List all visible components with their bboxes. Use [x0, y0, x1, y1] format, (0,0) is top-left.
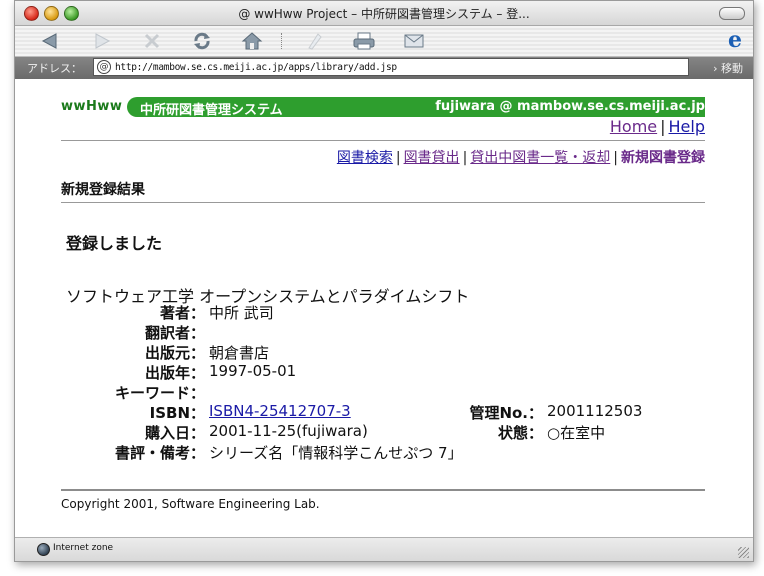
globe-icon: [37, 543, 50, 556]
go-button[interactable]: › 移動: [713, 60, 743, 76]
author-row: 著者： 中所 武司: [15, 302, 753, 322]
nav-register-current: 新規図書登録: [621, 150, 705, 166]
keyword-row: キーワード：: [15, 382, 753, 402]
link-separator: |: [660, 117, 666, 136]
home-link[interactable]: Home: [610, 117, 657, 136]
toolbar-toggle-button[interactable]: [719, 7, 745, 20]
status-value: ○在室中: [547, 424, 606, 442]
publisher-row: 出版元： 朝倉書店: [15, 342, 753, 362]
isbn-row: ISBN： ISBN4-25412707-3 管理No.： 2001112503: [15, 402, 753, 422]
zone-text: Internet zone: [53, 543, 114, 553]
author-label: 著者：: [159, 304, 205, 322]
notes-value: シリーズ名「情報科学こんせぷつ 7」: [209, 444, 463, 462]
stop-icon[interactable]: [139, 30, 165, 52]
ie-logo-icon: e: [728, 27, 742, 53]
publisher-value: 朝倉書店: [209, 344, 270, 362]
isbn-link[interactable]: ISBN4-25412707-3: [209, 402, 351, 420]
browser-toolbar: e: [15, 26, 753, 57]
mail-icon[interactable]: [401, 30, 427, 52]
page-content: wwHww 中所研図書管理システム fujiwara @ mambow.se.c…: [15, 80, 753, 537]
isbn-label: ISBN：: [149, 404, 205, 422]
header-divider: [61, 140, 705, 141]
at-icon: @: [97, 60, 111, 74]
address-label: アドレス：: [27, 62, 82, 75]
status-label: 状態：: [497, 424, 543, 442]
management-value: 2001112503: [547, 402, 643, 420]
nav-separator: |: [395, 150, 401, 166]
purchase-label: 購入日：: [144, 424, 205, 442]
copyright-text: Copyright 2001, Software Engineering Lab…: [61, 497, 320, 511]
purchase-row: 購入日： 2001-11-25(fujiwara) 状態： ○在室中: [15, 422, 753, 442]
section-divider: [61, 202, 705, 203]
site-logo: wwHww: [61, 99, 123, 114]
nav-separator: |: [462, 150, 468, 166]
notes-label: 書評・備考：: [114, 444, 205, 462]
section-title: 新規登録結果: [61, 182, 145, 198]
home-icon[interactable]: [239, 30, 265, 52]
year-row: 出版年： 1997-05-01: [15, 362, 753, 382]
toolbar-divider: [281, 33, 282, 49]
address-bar: アドレス： @ http://mambow.se.cs.meiji.ac.jp/…: [15, 57, 753, 79]
resize-grip-icon[interactable]: [738, 547, 749, 558]
main-nav: 図書検索 | 図書貸出 | 貸出中図書一覧・返却 | 新規図書登録: [337, 147, 705, 167]
user-info: fujiwara @ mambow.se.cs.meiji.ac.jp: [435, 99, 705, 114]
publisher-label: 出版元：: [144, 344, 205, 362]
help-link[interactable]: Help: [669, 117, 705, 136]
back-icon[interactable]: [37, 30, 63, 52]
top-links: Home | Help: [610, 117, 705, 136]
footer-divider: [61, 489, 705, 491]
translator-label: 翻訳者：: [144, 324, 205, 342]
year-value: 1997-05-01: [209, 362, 297, 380]
translator-row: 翻訳者：: [15, 322, 753, 342]
url-input[interactable]: @ http://mambow.se.cs.meiji.ac.jp/apps/l…: [93, 58, 689, 76]
forward-icon[interactable]: [89, 30, 115, 52]
notes-row: 書評・備考： シリーズ名「情報科学こんせぷつ 7」: [15, 442, 753, 462]
nav-search-link[interactable]: 図書検索: [337, 150, 393, 166]
nav-return-link[interactable]: 貸出中図書一覧・返却: [470, 150, 610, 166]
title-bar[interactable]: @ wwHww Project – 中所研図書管理システム – 登...: [15, 1, 753, 26]
management-label: 管理No.：: [469, 404, 543, 422]
purchase-value: 2001-11-25(fujiwara): [209, 422, 368, 440]
author-value: 中所 武司: [209, 304, 274, 322]
keyword-label: キーワード：: [114, 384, 205, 402]
year-label: 出版年：: [144, 364, 205, 382]
url-text: http://mambow.se.cs.meiji.ac.jp/apps/lib…: [115, 61, 397, 73]
print-icon[interactable]: [351, 30, 377, 52]
result-message: 登録しました: [66, 234, 163, 253]
status-bar: Internet zone: [15, 537, 753, 561]
system-name: 中所研図書管理システム: [140, 103, 283, 118]
refresh-icon[interactable]: [189, 30, 215, 52]
browser-window: @ wwHww Project – 中所研図書管理システム – 登... e ア…: [14, 0, 754, 562]
favorites-icon[interactable]: [301, 30, 327, 52]
nav-separator: |: [613, 150, 618, 166]
nav-lend-link[interactable]: 図書貸出: [404, 150, 460, 166]
window-title: @ wwHww Project – 中所研図書管理システム – 登...: [238, 7, 530, 21]
